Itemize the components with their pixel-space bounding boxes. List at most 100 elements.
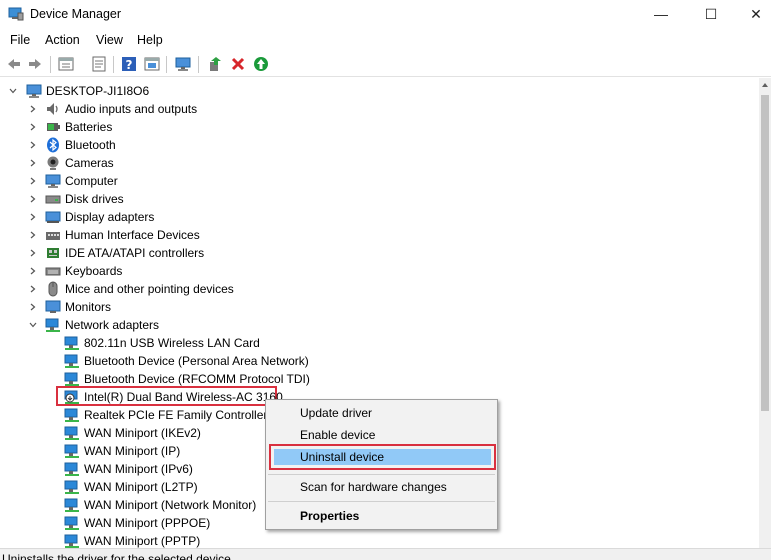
chevron-right-icon[interactable] (29, 177, 37, 185)
tree-category-label: Mice and other pointing devices (65, 282, 234, 296)
minimize-button[interactable]: — (638, 0, 684, 28)
battery-icon (47, 123, 60, 131)
mouse-icon (48, 281, 58, 297)
tree-category-row[interactable]: Audio inputs and outputs (0, 100, 759, 118)
chevron-right-icon[interactable] (29, 105, 37, 113)
display-adapter-icon (45, 211, 61, 223)
tree-category-label: Human Interface Devices (65, 228, 200, 242)
network-device-label: WAN Miniport (PPPOE) (84, 516, 211, 530)
context-menu: Update driver Enable device Uninstall de… (265, 399, 498, 530)
tree-category-row[interactable]: Keyboards (0, 262, 759, 280)
tree-category-label: IDE ATA/ATAPI controllers (65, 246, 205, 260)
menu-item-enable-device[interactable]: Enable device (266, 424, 497, 446)
menu-view[interactable]: View (96, 33, 123, 47)
chevron-right-icon[interactable] (29, 159, 37, 167)
tree-category-row[interactable]: Monitors (0, 298, 759, 316)
tree-category-row[interactable]: Display adapters (0, 208, 759, 226)
network-adapter-icon (64, 444, 79, 458)
chevron-right-icon[interactable] (29, 267, 37, 275)
tree-category-row-expanded[interactable]: Network adapters (0, 316, 759, 334)
chevron-right-icon[interactable] (29, 213, 37, 221)
monitor-scan-icon[interactable] (175, 56, 191, 72)
scroll-up-arrow-icon[interactable] (761, 81, 769, 89)
network-device-row[interactable]: WAN Miniport (PPTP) (0, 532, 759, 548)
enable-device-icon[interactable] (253, 56, 269, 72)
menu-item-scan-hardware[interactable]: Scan for hardware changes (266, 476, 497, 498)
tree-category-row[interactable]: IDE ATA/ATAPI controllers (0, 244, 759, 262)
tree-category-row[interactable]: Bluetooth (0, 136, 759, 154)
menu-help[interactable]: Help (137, 33, 163, 47)
tree-category-label: Disk drives (65, 192, 124, 206)
chevron-right-icon[interactable] (29, 195, 37, 203)
network-device-label: Bluetooth Device (RFCOMM Protocol TDI) (84, 372, 310, 386)
chevron-down-icon[interactable] (9, 87, 17, 95)
chevron-right-icon[interactable] (29, 123, 37, 131)
update-driver-icon[interactable] (207, 56, 223, 72)
menu-item-label: Uninstall device (300, 450, 385, 464)
disk-drive-icon (45, 195, 61, 204)
properties-icon[interactable] (58, 56, 74, 72)
close-button[interactable]: ✕ (733, 0, 771, 28)
tree-category-row[interactable]: Mice and other pointing devices (0, 280, 759, 298)
tree-category-row[interactable]: Cameras (0, 154, 759, 172)
network-adapter-icon (64, 534, 79, 548)
computer-root-icon (26, 84, 42, 98)
chevron-right-icon[interactable] (29, 285, 37, 293)
tree-category-label: Audio inputs and outputs (65, 102, 198, 116)
menu-action[interactable]: Action (45, 33, 80, 47)
network-device-label: Realtek PCIe FE Family Controller (84, 408, 268, 422)
network-device-label: WAN Miniport (IKEv2) (84, 426, 201, 440)
menu-item-properties[interactable]: Properties (266, 505, 497, 527)
computer-icon (45, 174, 61, 188)
network-adapter-icon (64, 480, 79, 494)
network-adapter-icon (45, 318, 60, 332)
title-bar: Device Manager — ☐ ✕ (0, 0, 771, 28)
network-adapter-icon (64, 372, 79, 386)
tree-category-label: Keyboards (65, 264, 123, 278)
tree-category-row[interactable]: Batteries (0, 118, 759, 136)
network-device-label: WAN Miniport (IPv6) (84, 462, 193, 476)
status-bar: Uninstalls the driver for the selected d… (0, 548, 771, 560)
forward-arrow-icon[interactable] (27, 56, 43, 72)
bluetooth-icon (47, 137, 59, 153)
menu-item-label: Enable device (300, 428, 376, 442)
back-arrow-icon[interactable] (6, 56, 22, 72)
maximize-button[interactable]: ☐ (688, 0, 734, 28)
toolbar-separator (166, 56, 167, 73)
menu-item-label: Scan for hardware changes (300, 480, 447, 494)
toolbar-separator (198, 56, 199, 73)
menu-file[interactable]: File (10, 33, 30, 47)
network-adapter-icon (64, 408, 79, 422)
chevron-right-icon[interactable] (29, 231, 37, 239)
menu-bar: File Action View Help (0, 30, 771, 50)
tree-category-label: Computer (65, 174, 118, 188)
chevron-right-icon[interactable] (29, 303, 37, 311)
scrollbar-thumb[interactable] (761, 95, 769, 411)
chevron-down-icon[interactable] (29, 321, 37, 329)
tree-root-row[interactable]: DESKTOP-JI1I8O6 (0, 82, 759, 100)
action-icon[interactable] (144, 56, 160, 72)
speaker-icon (47, 103, 58, 115)
help-icon[interactable]: ? (121, 56, 137, 72)
network-adapter-icon (64, 426, 79, 440)
network-device-label: 802.11n USB Wireless LAN Card (84, 336, 260, 350)
network-adapter-icon (64, 336, 79, 350)
menu-item-update-driver[interactable]: Update driver (266, 402, 497, 424)
toolbar-separator (113, 56, 114, 73)
network-device-row[interactable]: 802.11n USB Wireless LAN Card (0, 334, 759, 352)
uninstall-x-icon[interactable] (230, 56, 246, 72)
tree-category-label: Monitors (65, 300, 112, 314)
toolbar: ? (0, 52, 771, 77)
tree-category-row[interactable]: Disk drives (0, 190, 759, 208)
hid-icon (46, 232, 60, 240)
tree-category-label: Batteries (65, 120, 113, 134)
network-device-label: WAN Miniport (L2TP) (84, 480, 198, 494)
menu-item-uninstall-device[interactable]: Uninstall device (266, 446, 497, 468)
tree-category-row[interactable]: Computer (0, 172, 759, 190)
driver-details-icon[interactable] (91, 56, 107, 72)
chevron-right-icon[interactable] (29, 249, 37, 257)
chevron-right-icon[interactable] (29, 141, 37, 149)
network-device-row[interactable]: Bluetooth Device (Personal Area Network) (0, 352, 759, 370)
tree-category-label: Display adapters (65, 210, 155, 224)
tree-category-row[interactable]: Human Interface Devices (0, 226, 759, 244)
